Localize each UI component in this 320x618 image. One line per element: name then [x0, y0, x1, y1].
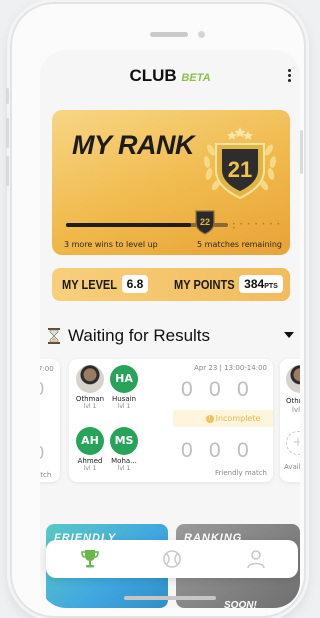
bottom-tab-bar — [46, 540, 298, 578]
points-unit: PTS — [264, 283, 278, 290]
info-icon: ! — [205, 414, 214, 423]
match-type: Friendly match — [215, 469, 267, 477]
score-bottom: 0 — [40, 443, 44, 464]
available-slot-text: Avail — [284, 463, 300, 471]
player-name: Othm — [286, 397, 300, 405]
rank-progress-bar: • • • • • • • • 22 — [66, 210, 282, 235]
match-date: Apr 23 | 13:00-14:00 — [194, 364, 267, 372]
match-card-previous[interactable]: 7:00 0 0 atch — [40, 359, 60, 482]
player-level: lvl 1 — [117, 403, 131, 410]
rank-title: MY RANK — [72, 130, 195, 160]
team2-set1-score: 0 — [181, 439, 193, 462]
match-time: 7:00 — [40, 365, 54, 373]
player-name: Moha... — [111, 457, 137, 465]
player-avatar: AH — [76, 427, 104, 455]
player-name: Husain — [111, 395, 137, 403]
player-name: Othman — [75, 395, 105, 403]
profile-icon[interactable] — [244, 547, 268, 571]
team2-set3-score: 0 — [237, 439, 249, 462]
next-rank-badge-icon: 22 — [195, 210, 215, 235]
matches-remaining-text: 5 matches remaining — [197, 240, 282, 249]
player-level: lvl — [292, 406, 300, 414]
home-indicator[interactable] — [124, 596, 216, 600]
section-title: Waiting for Results — [68, 326, 211, 345]
my-level-value: 6.8 — [122, 275, 148, 293]
player-avatar: HA — [110, 365, 138, 393]
match-card[interactable]: Othman lvl 1 HA Husain lvl 1 AH Ahmed lv… — [69, 359, 273, 482]
my-points-value: 384PTS — [239, 275, 283, 293]
tennis-ball-icon[interactable] — [160, 547, 184, 571]
volume-up-button — [6, 118, 9, 148]
app-logo: CLUB BETA — [40, 66, 300, 86]
front-camera — [198, 31, 205, 38]
match-type: atch — [40, 471, 52, 479]
brand-beta-tag: BETA — [181, 72, 211, 84]
volume-down-button — [6, 156, 9, 186]
wins-to-level-text: 3 more wins to level up — [64, 240, 158, 249]
hourglass-icon — [48, 328, 60, 344]
team1-set3-score: 0 — [237, 378, 249, 401]
app-screen: CLUB BETA MY RANK 21 • • • • • • • • 22 … — [40, 50, 300, 608]
power-button — [300, 130, 303, 174]
mute-switch — [6, 88, 9, 104]
player-ahmed[interactable]: AH Ahmed lvl 1 — [73, 427, 107, 472]
status-badge: ! Incomplete — [173, 410, 273, 427]
player-name: Ahmed — [77, 457, 103, 465]
waiting-results-header[interactable]: Waiting for Results — [48, 326, 298, 348]
team1-set2-score: 0 — [209, 378, 221, 401]
player-avatar — [76, 365, 104, 393]
add-player-icon[interactable]: + — [286, 431, 300, 455]
speaker-grille — [150, 32, 188, 37]
progress-fill — [66, 223, 191, 227]
player-othman[interactable]: Othman lvl 1 — [73, 365, 107, 410]
top-bar: CLUB BETA — [40, 50, 300, 100]
phone-frame: CLUB BETA MY RANK 21 • • • • • • • • 22 … — [10, 2, 306, 618]
my-level-label: MY LEVEL — [62, 277, 118, 292]
my-points-label: MY POINTS — [174, 277, 235, 292]
trophy-icon[interactable] — [78, 547, 102, 571]
my-rank-card[interactable]: MY RANK 21 • • • • • • • • 22 3 more win… — [52, 110, 290, 255]
match-card-next[interactable]: Othm lvl + Avail — [280, 359, 300, 482]
player-husain[interactable]: HA Husain lvl 1 — [107, 365, 141, 410]
player-level: lvl 1 — [83, 403, 97, 410]
player-level: lvl 1 — [83, 465, 97, 472]
team2-set2-score: 0 — [209, 439, 221, 462]
points-number: 384 — [244, 277, 265, 291]
brand-name: CLUB — [129, 66, 177, 85]
chevron-down-icon[interactable] — [284, 332, 294, 338]
rank-badge-icon: 21 — [203, 127, 277, 200]
player-moha[interactable]: MS Moha... lvl 1 — [107, 427, 141, 472]
status-text: Incomplete — [215, 414, 261, 423]
next-rank-number: 22 — [200, 217, 210, 227]
level-points-card: MY LEVEL 6.8 MY POINTS 384PTS — [52, 268, 290, 301]
player-avatar — [286, 365, 300, 393]
team1-set1-score: 0 — [181, 378, 193, 401]
player-avatar: MS — [110, 427, 138, 455]
rank-number: 21 — [228, 157, 252, 182]
more-menu-icon[interactable] — [288, 69, 292, 84]
coming-soon-label: SOON! — [224, 600, 257, 608]
score-top: 0 — [40, 379, 44, 400]
player-level: lvl 1 — [117, 465, 131, 472]
progress-dots: • • • • • • • • — [232, 221, 282, 232]
